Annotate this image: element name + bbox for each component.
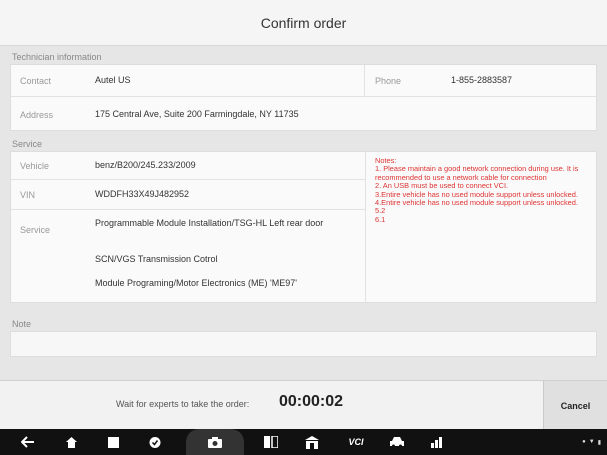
address-label: Address <box>20 109 54 120</box>
contact-value: Autel US <box>95 75 131 85</box>
service-item: Module Programing/Motor Electronics (ME)… <box>95 278 298 288</box>
vehicle-row: Vehicle benz/B200/245.233/2009 <box>11 152 365 180</box>
contact-divider <box>364 65 365 97</box>
vehicle-value: benz/B200/245.233/2009 <box>95 160 196 170</box>
back-icon[interactable] <box>20 429 36 455</box>
vin-value: WDDFH33X49J482952 <box>95 189 190 199</box>
cancel-button[interactable]: Cancel <box>543 381 607 430</box>
address-row: Address 175 Central Ave, Suite 200 Farmi… <box>11 97 596 132</box>
status-tray: ● ▼ ▮ <box>582 429 601 455</box>
notes-block: Notes: 1. Please maintain a good network… <box>375 156 593 224</box>
system-nav-bar: VCI ● ▼ ▮ <box>0 429 607 455</box>
car-icon[interactable] <box>389 429 405 455</box>
notes-line: 4.Entire vehicle has no used module supp… <box>375 198 578 208</box>
technician-card: Contact Autel US Phone 1-855-2883587 Add… <box>10 64 597 131</box>
technician-section-label: Technician information <box>12 52 102 62</box>
address-value: 175 Central Ave, Suite 200 Farmingdale, … <box>95 109 299 119</box>
vci-icon[interactable]: VCI <box>343 429 369 455</box>
vin-row: VIN WDDFH33X49J482952 <box>11 180 365 210</box>
service-label: Service <box>20 225 51 235</box>
phone-label: Phone <box>375 75 402 86</box>
service-item: Programmable Module Installation/TSG-HL … <box>95 218 324 228</box>
phone-value: 1-855-2883587 <box>451 75 513 85</box>
display-icon[interactable] <box>263 429 279 455</box>
service-card: Vehicle benz/B200/245.233/2009 VIN WDDFH… <box>10 151 597 303</box>
vin-label: VIN <box>20 189 36 200</box>
wait-timer: 00:00:02 <box>279 393 344 410</box>
bluetooth-icon: ● <box>582 439 586 445</box>
network-icon[interactable] <box>430 429 446 455</box>
service-item: SCN/VGS Transmission Cotrol <box>95 254 218 264</box>
notes-line: 1. Please maintain a good network connec… <box>375 164 579 182</box>
wifi-icon: ▼ <box>588 439 595 445</box>
service-divider <box>365 152 366 302</box>
service-section-label: Service <box>12 139 43 149</box>
dealership-icon[interactable] <box>304 429 320 455</box>
page-title: Confirm order <box>260 14 347 31</box>
notes-line: 5.2 <box>375 206 386 216</box>
vehicle-label: Vehicle <box>20 160 50 171</box>
home-icon[interactable] <box>63 429 79 455</box>
contact-row: Contact Autel US Phone 1-855-2883587 <box>11 65 596 97</box>
title-bar: Confirm order <box>0 0 607 46</box>
notes-line: 6.1 <box>375 214 386 224</box>
contact-label: Contact <box>20 75 52 86</box>
battery-icon: ▮ <box>597 439 601 446</box>
shield-icon[interactable] <box>147 429 163 455</box>
wait-label: Wait for experts to take the order: <box>116 399 250 409</box>
camera-icon[interactable] <box>207 429 223 455</box>
note-section-label: Note <box>12 319 32 329</box>
bottom-bar: Wait for experts to take the order: 00:0… <box>0 380 607 430</box>
recent-apps-icon[interactable] <box>105 429 121 455</box>
note-input[interactable] <box>10 331 597 357</box>
